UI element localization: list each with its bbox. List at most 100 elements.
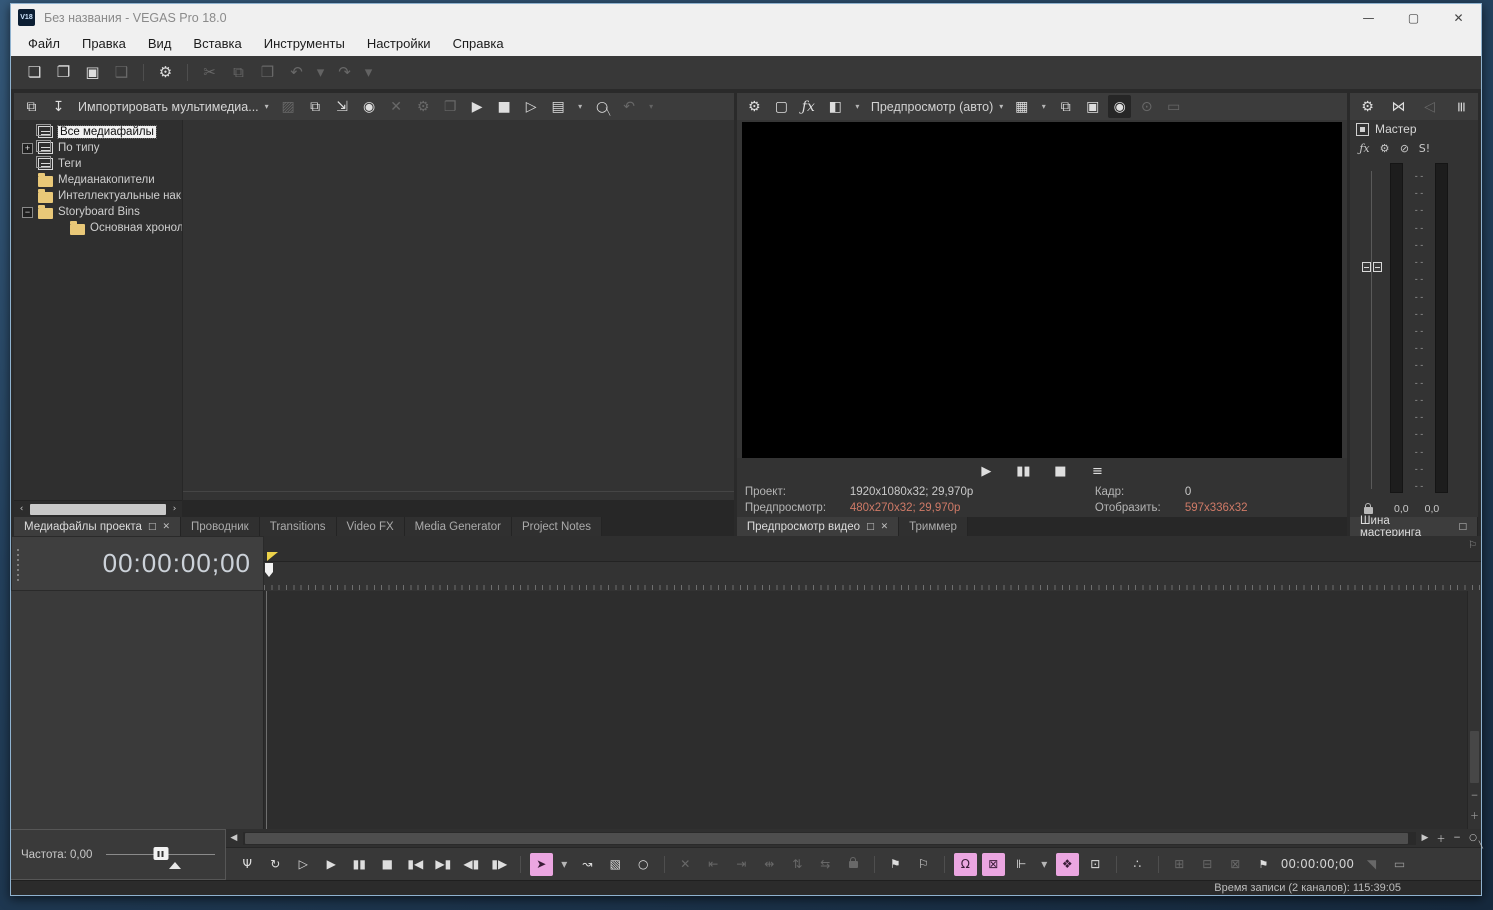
close-button[interactable]: ✕ (1436, 4, 1481, 31)
menu-item[interactable]: Инструменты (253, 31, 356, 56)
media-undo-icon[interactable]: ↶ (618, 95, 641, 118)
maximize-button[interactable]: ▢ (1391, 4, 1436, 31)
redo-icon[interactable]: ↷ (333, 61, 356, 84)
tab-transitions[interactable]: Transitions □ ✕ (259, 517, 337, 536)
tree-item-tags[interactable]: Теги (14, 156, 182, 172)
timeline-vertical-scrollbar[interactable]: − ＋ (1467, 591, 1481, 829)
selection-tool-icon[interactable]: ▧ (604, 853, 627, 876)
split-screen-dropdown-icon[interactable]: ▾ (851, 95, 864, 118)
device-explorer-icon[interactable]: ⧉ (20, 95, 43, 118)
marker-pin-icon[interactable]: ⚑ (1252, 853, 1275, 876)
capture-frame-icon[interactable]: ▭ (1162, 95, 1185, 118)
tree-item-media-bins[interactable]: Медианакопители (14, 172, 182, 188)
ungroup-icon[interactable]: ⊟ (1196, 853, 1219, 876)
bus-mute-icon[interactable]: ⊘ (1396, 140, 1413, 157)
tree-item-all-media[interactable]: Все медиафайлы (14, 124, 182, 140)
mixer-properties-icon[interactable]: ⚙ (1356, 95, 1379, 118)
group-icon[interactable]: ⊞ (1168, 853, 1191, 876)
trim-start-icon[interactable]: ⇤ (702, 853, 725, 876)
media-properties-icon[interactable]: ⚙ (412, 95, 435, 118)
tab-project-notes[interactable]: Project Notes □ ✕ (511, 517, 602, 536)
go-to-end-icon[interactable]: ▶▮ (432, 853, 455, 876)
tab-media-generator[interactable]: Media Generator □ ✕ (404, 517, 512, 536)
zoom-in-vertical-icon[interactable]: ＋ (1468, 808, 1481, 823)
mixer-faders-icon[interactable]: ≡ (1449, 95, 1472, 118)
copy-frame-icon[interactable]: ⧉ (1054, 95, 1077, 118)
insert-marker-icon[interactable]: ⚑ (884, 853, 907, 876)
bus-solo-icon[interactable]: S! (1416, 140, 1433, 157)
rate-slider-handle[interactable] (153, 847, 169, 860)
record-icon[interactable]: Ψ (236, 853, 259, 876)
options-gear-icon[interactable]: ⚙ (154, 61, 177, 84)
tab-project-media[interactable]: Медиафайлы проекта □ ✕ (14, 517, 182, 536)
search-icon[interactable]: ○ (591, 95, 614, 118)
tab-video-preview[interactable]: Предпросмотр видео □ ✕ (736, 517, 900, 536)
undo-icon[interactable]: ↶ (285, 61, 308, 84)
split-screen-icon[interactable]: ◧ (824, 95, 847, 118)
playhead-marker-icon[interactable] (267, 552, 278, 561)
normal-edit-tool-icon[interactable]: ➤ (529, 852, 553, 876)
meter-lock-icon[interactable] (1364, 503, 1373, 514)
zoom-tool-icon[interactable]: ○ (632, 853, 655, 876)
capture-video-icon[interactable]: ⧉ (304, 95, 327, 118)
save-frame-icon[interactable]: ▣ (1081, 95, 1104, 118)
media-stop-icon[interactable]: ■ (493, 95, 516, 118)
menu-item[interactable]: Файл (17, 31, 71, 56)
remove-media-icon[interactable]: ✕ (385, 95, 408, 118)
open-project-icon[interactable]: ❐ (52, 61, 75, 84)
slip-tool-icon[interactable]: ∴ (1126, 853, 1149, 876)
copy-icon[interactable]: ⧉ (227, 61, 250, 84)
new-project-icon[interactable]: ❏ (23, 61, 46, 84)
import-media-icon[interactable]: ↧ (47, 95, 70, 118)
auto-preview-icon[interactable]: ▷ (520, 95, 543, 118)
downmix-icon[interactable]: ⋈ (1387, 95, 1410, 118)
stop-icon[interactable]: ■ (376, 853, 399, 876)
tab-explorer[interactable]: Проводник □ ✕ (181, 517, 260, 536)
overlays-dropdown-icon[interactable]: ▾ (1037, 95, 1050, 118)
trim-end-icon[interactable]: ⇥ (730, 853, 753, 876)
external-monitor-icon[interactable]: ▢ (770, 95, 793, 118)
menu-item[interactable]: Настройки (356, 31, 442, 56)
project-video-properties-icon[interactable]: ⚙ (743, 95, 766, 118)
slide-icon[interactable]: ⇆ (814, 853, 837, 876)
delete-icon[interactable]: ✕ (674, 853, 697, 876)
loop-playback-icon[interactable]: ↻ (264, 853, 287, 876)
capture-screen-icon[interactable]: ⇲ (331, 95, 354, 118)
tree-item-main-timeline[interactable]: Основная хронологи (14, 220, 182, 236)
video-output-fx-icon[interactable]: ƒx (797, 95, 820, 118)
next-frame-icon[interactable]: ▮▶ (488, 853, 511, 876)
lock-envelopes-icon[interactable]: ❖ (1055, 852, 1079, 876)
corner-triangle-icon[interactable]: ◥ (1360, 853, 1383, 876)
scrollbar-thumb[interactable] (30, 503, 166, 515)
prev-frame-icon[interactable]: ◀▮ (460, 853, 483, 876)
trim-adjacent-icon[interactable]: ⇹ (758, 853, 781, 876)
bus-fx-icon[interactable]: ƒx (1356, 140, 1373, 157)
preview-quality-dropdown[interactable]: Предпросмотр (авто) ▾ (868, 100, 1006, 114)
scroll-left-icon[interactable]: ◀ (226, 830, 242, 847)
scrollbar-thumb[interactable] (1470, 731, 1479, 783)
menu-item[interactable]: Вставка (182, 31, 252, 56)
auto-crossfade-icon[interactable]: ⊠ (981, 852, 1005, 876)
tab-float-icon[interactable]: □ (1458, 522, 1467, 532)
play-icon[interactable]: ▶ (320, 853, 343, 876)
split-icon[interactable]: ⇅ (786, 853, 809, 876)
marker-bar[interactable] (264, 536, 1481, 562)
media-play-icon[interactable]: ▶ (466, 95, 489, 118)
go-to-start-icon[interactable]: ▮◀ (404, 853, 427, 876)
zoom-out-vertical-icon[interactable]: − (1468, 788, 1481, 803)
lock-dim-icon[interactable] (842, 853, 865, 876)
zoom-out-icon[interactable]: − (1449, 830, 1465, 847)
undo-dropdown-icon[interactable]: ▾ (314, 61, 327, 84)
zoom-edit-icon[interactable]: ○ (1465, 830, 1483, 849)
menu-item[interactable]: Справка (442, 31, 515, 56)
tab-close-icon[interactable]: ✕ (881, 522, 889, 532)
minimize-button[interactable]: — (1346, 4, 1391, 31)
scroll-right-icon[interactable]: ▶ (1417, 830, 1433, 847)
bus-automation-icon[interactable]: ⚙ (1376, 140, 1393, 157)
tree-item-storyboard-bins[interactable]: − Storyboard Bins (14, 204, 182, 220)
track-list-header[interactable] (11, 591, 264, 829)
replace-media-icon[interactable]: ❐ (439, 95, 462, 118)
save-icon[interactable]: ▣ (81, 61, 104, 84)
edit-tool-dropdown-icon[interactable]: ▾ (558, 853, 571, 876)
time-display[interactable]: 00:00:00;00 (11, 536, 264, 591)
